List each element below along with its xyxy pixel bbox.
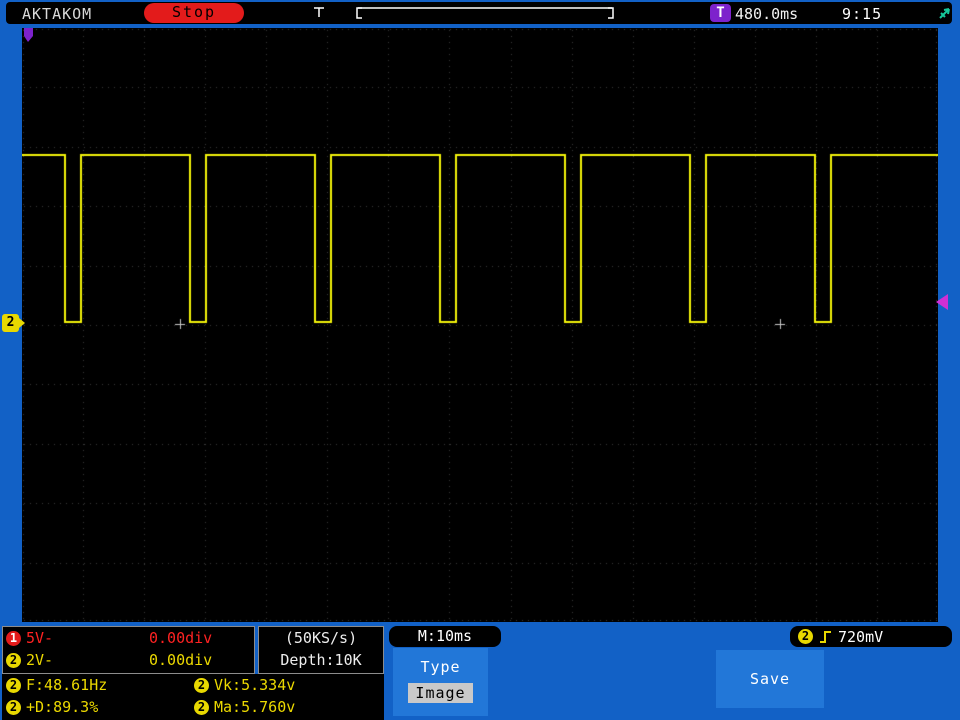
rising-edge-icon — [820, 630, 831, 643]
clock: 9:15 — [842, 5, 883, 23]
peripheral-status-icon — [937, 5, 953, 25]
trigger-level-value: 720mV — [838, 627, 884, 646]
type-value-selected[interactable]: Image — [408, 683, 473, 703]
measurement-ma: 2 Ma:5.760v — [194, 698, 384, 716]
measure-channel-badge: 2 — [194, 699, 209, 715]
waveform-canvas — [22, 28, 938, 622]
measure-channel-badge: 2 — [6, 699, 21, 715]
measure-channel-badge: 2 — [194, 677, 209, 693]
channel1-badge: 1 — [6, 630, 21, 646]
record-depth: Depth:10K — [280, 651, 362, 669]
trigger-delay-value: 480.0ms — [735, 5, 799, 23]
trigger-level-arrow — [936, 294, 948, 310]
save-button[interactable]: Save — [716, 650, 824, 708]
channel-readouts: 1 5V- 0.00div 2 2V- 0.00div — [2, 626, 255, 674]
measurement-value: +D:89.3% — [26, 698, 99, 716]
acquisition-readout: (50KS/s) Depth:10K — [258, 626, 384, 674]
top-bar: AKTAKOM Stop T 480.0ms 9:15 — [6, 2, 952, 24]
type-button-label: Type — [420, 658, 461, 676]
channel2-scale: 2V- — [26, 651, 54, 669]
waveform-screen — [22, 28, 938, 622]
channel2-ground-marker: 2 — [2, 314, 25, 332]
measurements: 2 F:48.61Hz 2 Vk:5.334v 2 +D:89.3% 2 Ma:… — [2, 674, 384, 720]
channel1-readout: 1 5V- 0.00div — [3, 627, 254, 649]
channel2-readout: 2 2V- 0.00div — [3, 649, 254, 671]
trigger-icon: T — [710, 4, 731, 22]
sample-rate: (50KS/s) — [284, 629, 358, 647]
channel1-scale: 5V- — [26, 629, 54, 647]
measurement-duty: 2 +D:89.3% — [6, 698, 194, 716]
measurement-value: F:48.61Hz — [26, 676, 108, 694]
measurement-value: Ma:5.760v — [214, 698, 296, 716]
timebase-readout: M:10ms — [389, 626, 501, 647]
brand-label: AKTAKOM — [22, 5, 93, 23]
trigger-channel-badge: 2 — [798, 629, 813, 644]
stop-button[interactable]: Stop — [144, 3, 244, 23]
trigger-readout: 2 720mV — [790, 626, 952, 647]
channel2-badge: 2 — [6, 652, 21, 668]
trigger-position-icon — [314, 7, 614, 19]
channel1-offset: 0.00div — [149, 629, 213, 647]
measure-channel-badge: 2 — [6, 677, 21, 693]
measurement-frequency: 2 F:48.61Hz — [6, 676, 194, 694]
measurement-vk: 2 Vk:5.334v — [194, 676, 384, 694]
trigger-position-marker — [24, 28, 33, 42]
channel2-offset: 0.00div — [149, 651, 213, 669]
trigger-position-indicator — [306, 5, 676, 25]
type-button[interactable]: Type Image — [393, 648, 488, 716]
measurement-value: Vk:5.334v — [214, 676, 296, 694]
